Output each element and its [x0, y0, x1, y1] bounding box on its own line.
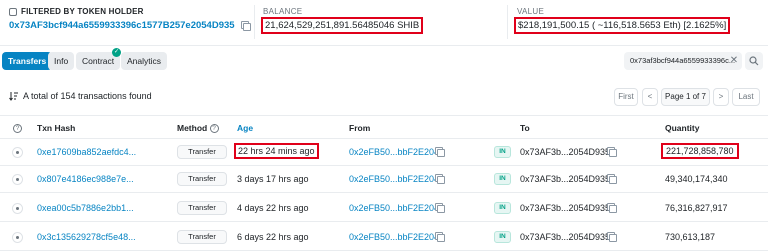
txn-hash-link[interactable]: 0x3c135629278cf5e48... [37, 232, 136, 242]
filter-label-row: FILTERED BY TOKEN HOLDER [9, 7, 144, 16]
balance-value: 21,624,529,251,891.56485046 SHIB [261, 17, 424, 34]
quantity-cell: 49,340,174,340 [665, 174, 728, 184]
to-address[interactable]: 0x73AF3b...2054D935 [520, 147, 610, 157]
filter-address-chip: 0x73af3bcf944a6559933396c... [624, 52, 742, 70]
table-header: ? Txn Hash Method ? Age From To Quantity [0, 115, 768, 139]
check-icon: ✓ [112, 48, 121, 57]
from-address-link[interactable]: 0x2eFB50...bbF2E204 [349, 232, 439, 242]
last-page-button[interactable]: Last [732, 88, 760, 106]
age-cell: 4 days 22 hrs ago [237, 203, 309, 213]
age-cell: 3 days 17 hrs ago [237, 174, 309, 184]
age-cell: 6 days 22 hrs ago [237, 232, 309, 242]
quantity-cell: 730,613,187 [665, 232, 716, 242]
question-icon: ? [209, 124, 219, 134]
copy-icon[interactable] [607, 174, 617, 185]
value-value: $218,191,500.15 ( ~116,518.5653 Eth) [2.… [514, 17, 731, 34]
holder-address-link[interactable]: 0x73AF3bcf944a6559933396c1577B257e2054D9… [9, 20, 235, 31]
copy-icon[interactable] [435, 232, 445, 243]
from-address-link[interactable]: 0x2eFB50...bbF2E204 [349, 147, 439, 157]
eye-icon[interactable] [12, 203, 23, 214]
sort-icon [9, 92, 18, 101]
next-page-button[interactable]: > [713, 88, 729, 106]
divider [254, 5, 255, 39]
copy-icon[interactable] [435, 174, 445, 185]
copy-icon[interactable] [607, 147, 617, 158]
first-page-button[interactable]: First [614, 88, 638, 106]
search-button[interactable] [745, 52, 763, 70]
copy-icon[interactable] [435, 147, 445, 158]
col-to: To [520, 123, 530, 133]
filter-icon [9, 7, 17, 16]
to-address[interactable]: 0x73AF3b...2054D935 [520, 232, 610, 242]
table-row: 0x807e4186ec988e7e... Transfer 3 days 17… [0, 166, 768, 193]
from-address-link[interactable]: 0x2eFB50...bbF2E204 [349, 174, 439, 184]
direction-badge: IN [494, 146, 511, 158]
eye-icon[interactable] [12, 232, 23, 243]
close-icon[interactable]: ✕ [727, 52, 741, 70]
copy-icon[interactable] [240, 21, 251, 31]
table-row: 0xe17609ba852aefdc4... Transfer 22 hrs 2… [0, 139, 768, 166]
col-age[interactable]: Age [237, 123, 253, 133]
token-holder-filter-bar: FILTERED BY TOKEN HOLDER 0x73AF3bcf944a6… [0, 0, 768, 46]
quantity-cell: 76,316,827,917 [665, 203, 728, 213]
col-method: Method ? [177, 123, 219, 134]
direction-badge: IN [494, 173, 511, 185]
table-row: 0xea00c5b7886e2bb1... Transfer 4 days 22… [0, 195, 768, 222]
question-icon: ? [13, 123, 22, 134]
eye-icon[interactable] [12, 147, 23, 158]
direction-badge: IN [494, 231, 511, 243]
quantity-cell: 221,728,858,780 [661, 143, 739, 159]
from-address-link[interactable]: 0x2eFB50...bbF2E204 [349, 203, 439, 213]
col-from: From [349, 123, 371, 133]
txn-hash-link[interactable]: 0xe17609ba852aefdc4... [37, 147, 136, 157]
to-address[interactable]: 0x73AF3b...2054D935 [520, 203, 610, 213]
age-cell: 22 hrs 24 mins ago [234, 143, 319, 159]
to-address[interactable]: 0x73AF3b...2054D935 [520, 174, 610, 184]
page-indicator: Page 1 of 7 [661, 88, 710, 106]
method-badge: Transfer [177, 201, 227, 215]
col-quantity: Quantity [665, 123, 700, 133]
method-badge: Transfer [177, 145, 227, 159]
transactions-summary: A total of 154 transactions found [9, 91, 152, 101]
value-label: VALUE [517, 7, 545, 16]
balance-label: BALANCE [263, 7, 303, 16]
method-badge: Transfer [177, 172, 227, 186]
method-badge: Transfer [177, 230, 227, 244]
tab-analytics[interactable]: Analytics [121, 52, 168, 70]
txn-hash-link[interactable]: 0x807e4186ec988e7e... [37, 174, 134, 184]
divider [507, 5, 508, 39]
holder-address-row: 0x73AF3bcf944a6559933396c1577B257e2054D9… [9, 20, 251, 31]
tab-info[interactable]: Info [48, 52, 75, 70]
col-txn-hash: Txn Hash [37, 123, 76, 133]
copy-icon[interactable] [435, 203, 445, 214]
search-icon [749, 56, 759, 66]
filter-label: FILTERED BY TOKEN HOLDER [21, 7, 144, 16]
table-row: 0x3c135629278cf5e48... Transfer 6 days 2… [0, 224, 768, 251]
tab-transfers[interactable]: Transfers [2, 52, 53, 70]
summary-text: A total of 154 transactions found [23, 91, 152, 101]
txn-hash-link[interactable]: 0xea00c5b7886e2bb1... [37, 203, 134, 213]
copy-icon[interactable] [607, 232, 617, 243]
copy-icon[interactable] [607, 203, 617, 214]
direction-badge: IN [494, 202, 511, 214]
eye-icon[interactable] [12, 174, 23, 185]
prev-page-button[interactable]: < [642, 88, 658, 106]
